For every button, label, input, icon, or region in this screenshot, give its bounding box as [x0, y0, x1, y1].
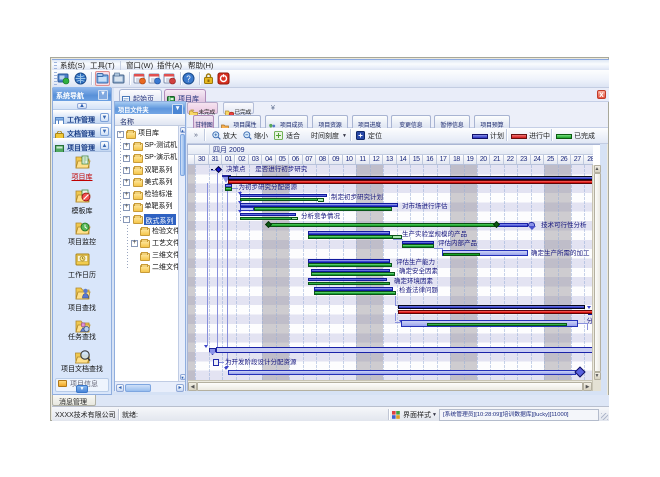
svg-text:?: ?: [187, 75, 192, 84]
